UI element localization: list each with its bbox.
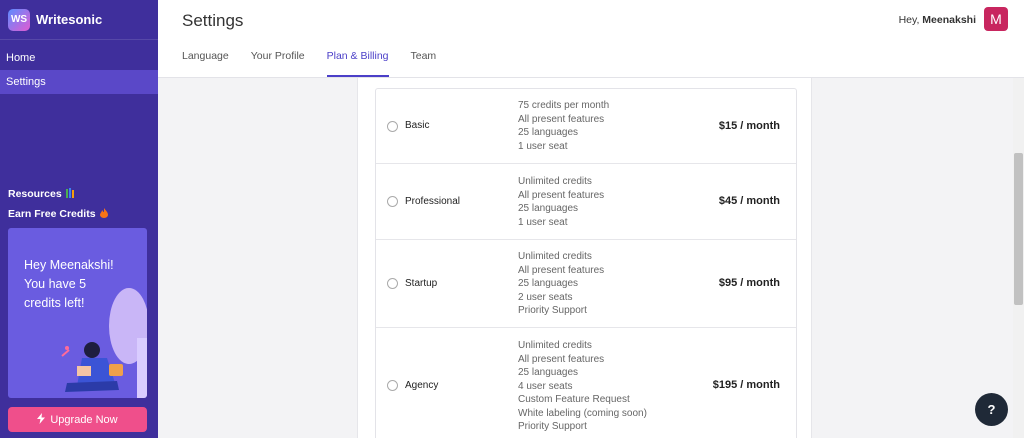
plan-startup[interactable]: Startup Unlimited credits All present fe… — [376, 240, 796, 328]
plan-feature: 1 user seat — [518, 140, 568, 152]
tab-your-profile[interactable]: Your Profile — [251, 50, 305, 77]
user-greeting: Hey, Meenakshi — [899, 14, 976, 26]
plan-radio-agency[interactable] — [387, 380, 398, 391]
upgrade-now-label: Upgrade Now — [50, 413, 118, 426]
plan-feature: Unlimited credits — [518, 176, 592, 187]
tab-language[interactable]: Language — [182, 50, 229, 77]
tab-plan-billing[interactable]: Plan & Billing — [326, 50, 389, 77]
plan-radio-basic[interactable] — [387, 121, 398, 132]
plan-feature: All present features — [518, 113, 605, 125]
earn-free-credits-label: Earn Free Credits — [8, 208, 96, 220]
plan-price: $15 / month — [718, 120, 780, 132]
plan-billing-panel: Basic 75 credits per month All present f… — [357, 78, 812, 438]
plan-feature: 25 languages — [518, 278, 579, 289]
plan-price: $195 / month — [712, 379, 780, 391]
plan-feature: Priority Support — [518, 305, 587, 316]
plan-radio-professional[interactable] — [387, 196, 398, 207]
fire-icon — [99, 208, 108, 220]
plan-features: Unlimited credits All present features 2… — [518, 339, 647, 434]
sidebar: WS Writesonic Home Settings Resources Ea… — [0, 0, 158, 438]
sidebar-item-settings[interactable]: Settings — [0, 70, 158, 94]
help-button[interactable]: ? — [975, 393, 1008, 426]
plan-feature: 25 languages — [518, 127, 579, 138]
resources-label: Resources — [8, 188, 62, 200]
plan-feature: 25 languages — [518, 203, 579, 214]
scroll-thumb[interactable] — [1014, 153, 1023, 305]
plan-professional[interactable]: Professional Unlimited credits All prese… — [376, 164, 796, 240]
upgrade-now-button[interactable]: Upgrade Now — [8, 407, 147, 432]
header: Settings Language Your Profile Plan & Bi… — [158, 0, 1024, 78]
plan-features: 75 credits per month All present feature… — [518, 99, 609, 153]
plan-feature: All present features — [518, 353, 605, 365]
plan-feature: Custom Feature Request — [518, 394, 630, 405]
page-title: Settings — [182, 11, 244, 30]
greeting-prefix: Hey, — [898, 14, 920, 26]
scrollbar[interactable] — [1013, 78, 1024, 438]
credits-card: Hey Meenakshi! You have 5 credits left! — [8, 228, 147, 398]
plan-name: Professional — [405, 196, 461, 207]
plan-feature: 2 user seats — [518, 291, 573, 303]
brand[interactable]: WS Writesonic — [0, 0, 158, 40]
plan-feature: 4 user seats — [518, 380, 573, 392]
reading-person-illustration-icon — [61, 288, 147, 398]
tab-team[interactable]: Team — [411, 50, 437, 77]
plan-features: Unlimited credits All present features 2… — [518, 250, 604, 318]
avatar[interactable]: M — [984, 7, 1008, 31]
plan-price: $95 / month — [718, 277, 780, 289]
plan-name: Basic — [405, 120, 430, 131]
plan-name: Agency — [405, 380, 439, 391]
plan-feature: Unlimited credits — [518, 340, 592, 351]
plan-feature: All present features — [518, 189, 605, 201]
plan-feature: White labeling (coming soon) — [518, 407, 647, 419]
plan-feature: 1 user seat — [518, 216, 568, 228]
side-links: Resources Earn Free Credits — [8, 184, 108, 224]
resources-link[interactable]: Resources — [8, 184, 108, 204]
writesonic-logo-icon: WS — [8, 8, 30, 31]
plan-feature: All present features — [518, 264, 605, 276]
earn-free-credits-link[interactable]: Earn Free Credits — [8, 204, 108, 224]
plan-feature: Unlimited credits — [518, 251, 592, 262]
plan-radio-startup[interactable] — [387, 278, 398, 289]
plan-agency[interactable]: Agency Unlimited credits All present fea… — [376, 328, 796, 438]
plan-list: Basic 75 credits per month All present f… — [375, 88, 797, 438]
lightning-icon — [37, 412, 46, 427]
brand-name: Writesonic — [36, 12, 103, 27]
books-icon — [65, 188, 75, 200]
settings-tabs: Language Your Profile Plan & Billing Tea… — [182, 50, 458, 77]
plan-name: Startup — [405, 278, 438, 289]
plan-features: Unlimited credits All present features 2… — [518, 175, 604, 229]
plan-price: $45 / month — [718, 195, 780, 207]
plan-feature: Priority Support — [518, 421, 587, 432]
plan-basic[interactable]: Basic 75 credits per month All present f… — [376, 89, 796, 164]
user-name: Meenakshi — [922, 14, 976, 26]
plan-feature: 75 credits per month — [518, 100, 610, 111]
sidebar-item-home[interactable]: Home — [0, 46, 158, 70]
plan-feature: 25 languages — [518, 367, 579, 378]
